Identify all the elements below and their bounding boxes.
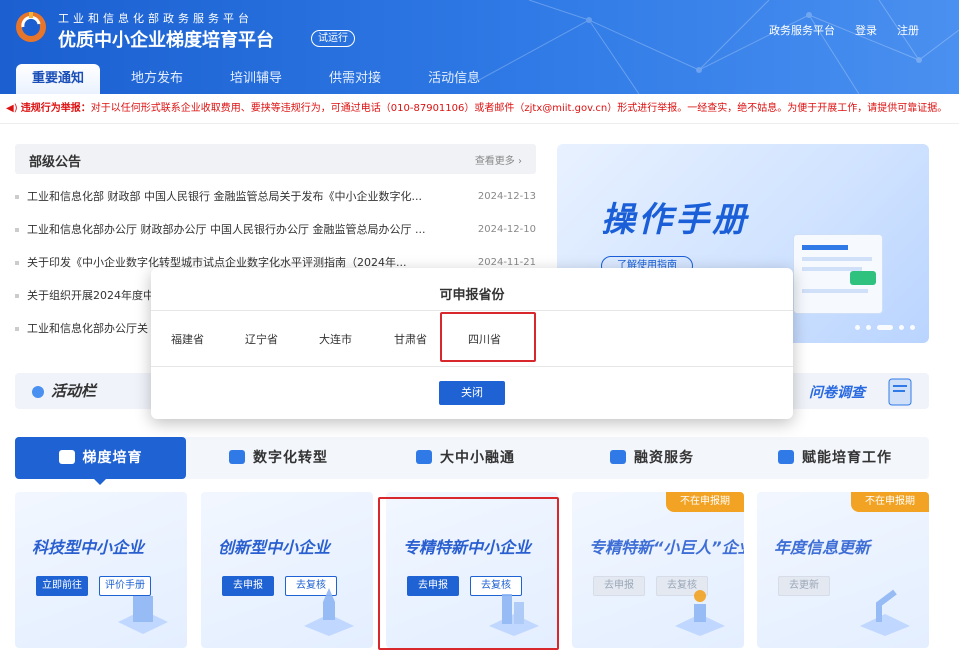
tab-empowerment[interactable]: 赋能培育工作	[778, 437, 892, 479]
apply-button: 去申报	[593, 576, 645, 596]
tab-important-notice[interactable]: 重要通知	[16, 64, 101, 94]
tab-integration[interactable]: 大中小融通	[416, 437, 515, 479]
update-button: 去更新	[778, 576, 830, 596]
close-button[interactable]: 关闭	[439, 381, 505, 405]
clipboard-icon	[888, 378, 912, 406]
screen-illustration-icon	[793, 234, 883, 314]
activity-title: 活动栏	[51, 382, 97, 400]
card-little-giant[interactable]: 不在申报期 专精特新“小巨人”企业 去申报 去复核	[572, 492, 744, 648]
highlight-box	[440, 312, 536, 362]
province-item[interactable]: 甘肃省	[394, 331, 427, 347]
gov-service-link[interactable]: 政务服务平台	[769, 22, 835, 38]
network-pattern	[478, 0, 959, 94]
card-title: 创新型中小企业	[218, 538, 331, 557]
highlight-box	[378, 497, 559, 650]
tab-training[interactable]: 培训辅导	[214, 64, 298, 94]
card-annual-update[interactable]: 不在申报期 年度信息更新 去更新	[757, 492, 929, 648]
notice-label: 违规行为举报：	[20, 103, 91, 114]
folder-icon	[778, 450, 794, 464]
shield-icon	[58, 450, 75, 464]
dialog-title: 可申报省份	[439, 288, 505, 303]
card-title: 年度信息更新	[774, 538, 871, 557]
carousel-dot-active[interactable]	[877, 325, 893, 330]
survey-link[interactable]: 问卷调查	[809, 382, 865, 402]
announcement-title: 部级公告	[29, 155, 82, 170]
province-dialog: 可申报省份 福建省 辽宁省 大连市 甘肃省 四川省 关闭	[151, 268, 793, 419]
speaker-icon: ◀)	[6, 103, 18, 114]
site-title[interactable]: 优质中小企业梯度培育平台	[58, 26, 274, 52]
register-link[interactable]: 注册	[897, 22, 919, 38]
person-illustration-icon	[675, 590, 725, 636]
province-item[interactable]: 福建省	[171, 331, 204, 347]
tab-digital-transformation[interactable]: 数字化转型	[229, 437, 328, 479]
building-illustration-icon	[118, 596, 168, 634]
card-innovative-sme[interactable]: 创新型中小企业 去申报 去复核	[201, 492, 373, 648]
miit-logo-icon	[16, 12, 46, 42]
announcement-header: 部级公告 查看更多 ›	[15, 144, 536, 174]
site-header: 工业和信息化部政务服务平台 优质中小企业梯度培育平台 试运行 政务服务平台 登录…	[0, 0, 959, 94]
carousel-dot[interactable]	[855, 325, 860, 330]
card-title: 专精特新“小巨人”企业	[589, 538, 744, 557]
apply-button[interactable]: 去申报	[222, 576, 274, 596]
robot-arm-illustration-icon	[860, 589, 910, 636]
list-item[interactable]: 工业和信息化部 财政部 中国人民银行 金融监管总局关于发布《中小企业数字化...…	[15, 182, 536, 215]
carousel-dot[interactable]	[899, 325, 904, 330]
status-badge: 不在申报期	[666, 492, 744, 512]
card-tech-sme[interactable]: 科技型中小企业 立即前往 评价手册	[15, 492, 187, 648]
active-tab-caret	[93, 478, 107, 485]
document-icon	[416, 450, 432, 464]
globe-icon	[229, 450, 245, 464]
report-notice: ◀) 违规行为举报：对于以任何形式联系企业收取费用、要挟等违规行为，可通过电话（…	[0, 94, 959, 124]
carousel-dot[interactable]	[866, 325, 871, 330]
tab-gradient-cultivation[interactable]: 梯度培育	[15, 437, 186, 479]
tab-local-release[interactable]: 地方发布	[115, 64, 199, 94]
view-more-link[interactable]: 查看更多 ›	[475, 152, 522, 167]
tab-financing[interactable]: 融资服务	[610, 437, 694, 479]
card-title: 科技型中小企业	[32, 538, 145, 557]
carousel-dots	[855, 325, 915, 330]
province-item[interactable]: 辽宁省	[245, 331, 278, 347]
chevron-right-icon: ›	[518, 156, 522, 167]
activity-icon	[32, 386, 44, 398]
top-links: 政务服务平台 登录 注册	[769, 22, 919, 38]
platform-subtitle: 工业和信息化部政务服务平台	[58, 12, 253, 25]
status-badge: 不在申报期	[851, 492, 929, 512]
tab-activity-info[interactable]: 活动信息	[412, 64, 496, 94]
coin-icon	[610, 450, 626, 464]
list-item[interactable]: 工业和信息化部办公厅 财政部办公厅 中国人民银行办公厅 金融监管总局办公厅 ..…	[15, 215, 536, 248]
notice-text: 对于以任何形式联系企业收取费用、要挟等违规行为，可通过电话（010-879011…	[90, 103, 948, 114]
divider	[151, 310, 793, 311]
rocket-illustration-icon	[304, 588, 354, 636]
main-nav: 重要通知 地方发布 培训辅导 供需对接 活动信息	[16, 64, 511, 94]
carousel-dot[interactable]	[910, 325, 915, 330]
login-link[interactable]: 登录	[855, 22, 877, 38]
divider	[151, 366, 793, 367]
go-now-button[interactable]: 立即前往	[36, 576, 88, 596]
tab-supply-demand[interactable]: 供需对接	[313, 64, 397, 94]
province-item[interactable]: 大连市	[319, 331, 352, 347]
category-tabs: 梯度培育 数字化转型 大中小融通 融资服务 赋能培育工作	[15, 437, 929, 479]
banner-title: 操作手册	[601, 200, 749, 240]
trial-badge: 试运行	[311, 30, 355, 47]
